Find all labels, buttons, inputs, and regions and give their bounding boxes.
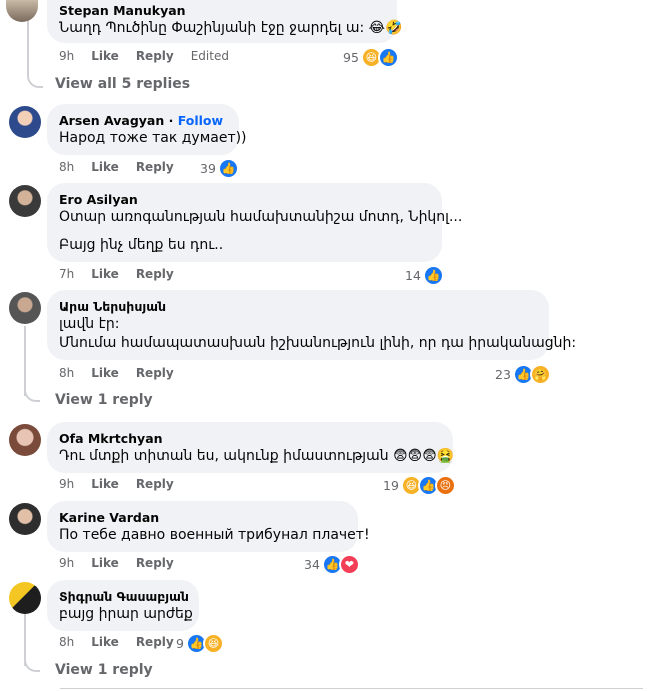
like-button[interactable]: Like [91, 556, 119, 570]
like-button[interactable]: Like [91, 160, 119, 174]
angry-face-icon: 😠 [434, 475, 456, 496]
comment-time[interactable]: 9h [59, 49, 74, 63]
reply-button[interactable]: Reply [136, 160, 174, 174]
comment-time[interactable]: 8h [59, 366, 74, 380]
reaction-count: 9 [176, 636, 184, 651]
comment-text: Օտար առոգանության համախտանիշա մոտդ, Նիկո… [59, 209, 463, 225]
comment-author[interactable]: Արա Ներսիսյան [59, 298, 537, 315]
reaction-count: 19 [383, 478, 399, 493]
reply-button[interactable]: Reply [136, 49, 174, 63]
reaction-count: 95 [343, 50, 359, 65]
reaction-summary[interactable]: 39 👍 [200, 158, 239, 179]
thumbs-up-icon: 👍 [217, 158, 239, 179]
comment-text: Դու մտքի տիտան ես, ակունք իմաստության 😨😨… [59, 448, 455, 464]
comment-actions: 8h Like Reply [59, 635, 174, 649]
hug-face-icon: 🤗 [529, 364, 551, 385]
reaction-count: 23 [495, 367, 511, 382]
comment-actions: 7h Like Reply [59, 267, 174, 281]
comment-actions: 9h Like Reply [59, 556, 174, 570]
comment-actions: 9h Like Reply [59, 477, 174, 491]
avatar[interactable] [9, 424, 41, 456]
comment-bubble: Karine Vardan По тебе давно военный триб… [47, 501, 370, 552]
comment-text: Народ тоже так думает)) [59, 130, 247, 146]
follow-button[interactable]: Follow [178, 113, 223, 128]
reply-button[interactable]: Reply [136, 267, 174, 281]
reply-button[interactable]: Reply [136, 556, 174, 570]
like-button[interactable]: Like [91, 366, 119, 380]
comment-actions: 8h Like Reply [59, 366, 174, 380]
comment-time[interactable]: 7h [59, 267, 74, 281]
comment-time[interactable]: 9h [59, 556, 74, 570]
avatar[interactable] [9, 582, 41, 614]
comment-bubble: Stepan Manukyan Նաղդ Պուծինը Փաշինյանի է… [47, 0, 403, 43]
reaction-summary[interactable]: 34 👍 ❤ [304, 554, 360, 575]
reaction-summary[interactable]: 19 😆 👍 😠 [383, 475, 456, 496]
comment-author[interactable]: Ofa Mkrtchyan [59, 430, 441, 447]
view-replies-link[interactable]: View 1 reply [55, 662, 153, 678]
view-replies-link[interactable]: View all 5 replies [55, 76, 190, 92]
comment-text: լավն էր: [59, 316, 120, 332]
comment-text: Բայց ինչ մեղք ես դու.. [59, 237, 224, 253]
edited-label: Edited [190, 49, 229, 63]
reaction-summary[interactable]: 95 😆 👍 [343, 47, 399, 68]
heart-icon: ❤ [338, 554, 360, 575]
comment-text: Նաղդ Պուծինը Փաշինյանի էջը ջարդել ա: 😂🤣 [59, 20, 403, 36]
view-replies-link[interactable]: View 1 reply [55, 392, 153, 408]
avatar[interactable] [6, 0, 38, 22]
reaction-count: 34 [304, 557, 320, 572]
thread-curve [24, 656, 40, 672]
comment-author[interactable]: Karine Vardan [59, 509, 346, 526]
thread-curve [27, 72, 43, 88]
avatar[interactable] [9, 185, 41, 217]
reply-button[interactable]: Reply [136, 635, 174, 649]
comment-bubble: Ero Asilyan Օտար առոգանության համախտանիշ… [47, 183, 463, 262]
avatar[interactable] [9, 503, 41, 535]
comment-text: Մնումա համապատասխան իշխանություն լինի, ո… [59, 335, 577, 351]
reply-button[interactable]: Reply [136, 477, 174, 491]
comment-author[interactable]: Տիգրան Գասաբյան [59, 588, 189, 605]
comment-time[interactable]: 8h [59, 635, 74, 649]
reaction-summary[interactable]: 9 👍 😆 [176, 633, 224, 654]
comment-author[interactable]: Ero Asilyan [59, 191, 430, 208]
avatar[interactable] [9, 292, 41, 324]
comment-actions: 9h Like Reply Edited [59, 49, 229, 63]
thumbs-up-icon: 👍 [377, 47, 399, 68]
like-button[interactable]: Like [91, 267, 119, 281]
comment-time[interactable]: 8h [59, 160, 74, 174]
reaction-count: 14 [405, 268, 421, 283]
reply-button[interactable]: Reply [136, 366, 174, 380]
comment-bubble: Արա Ներսիսյան լավն էր: Մնումա համապատասխ… [47, 290, 577, 360]
avatar[interactable] [9, 106, 41, 138]
reaction-summary[interactable]: 23 👍 🤗 [495, 364, 551, 385]
thread-curve [24, 386, 40, 402]
comment-text: По тебе давно военный трибунал плачет! [59, 527, 370, 543]
laughing-face-icon: 😆 [202, 633, 224, 654]
comment-author[interactable]: Stepan Manukyan [59, 2, 385, 19]
like-button[interactable]: Like [91, 49, 119, 63]
comment-author-row: Arsen Avagyan · Follow [59, 113, 224, 128]
comment-bubble: Տիգրան Գասաբյան բայց իրար արժեք [47, 580, 199, 631]
comment-bubble: Arsen Avagyan · Follow Народ тоже так ду… [47, 104, 247, 155]
like-button[interactable]: Like [91, 635, 119, 649]
comment-actions: 8h Like Reply [59, 160, 174, 174]
comment-author[interactable]: Arsen Avagyan [59, 113, 164, 128]
comment-bubble: Ofa Mkrtchyan Դու մտքի տիտան ես, ակունք … [47, 422, 455, 473]
reaction-summary[interactable]: 14 👍 [405, 265, 444, 286]
like-button[interactable]: Like [91, 477, 119, 491]
thumbs-up-icon: 👍 [422, 265, 444, 286]
comment-text: բայց իրար արժեք [59, 606, 193, 622]
reaction-count: 39 [200, 161, 216, 176]
divider [60, 688, 643, 689]
comment-time[interactable]: 9h [59, 477, 74, 491]
